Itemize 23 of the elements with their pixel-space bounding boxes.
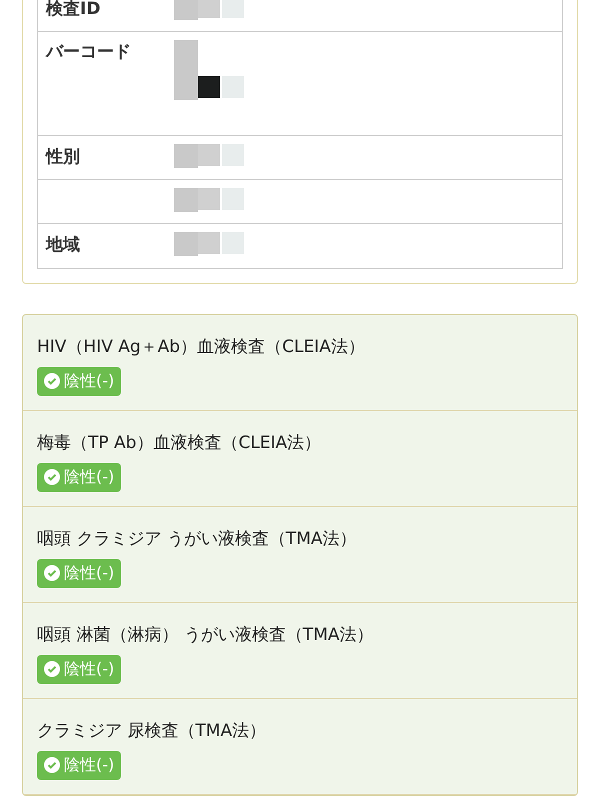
pixelated-value-drawing: [174, 0, 244, 20]
field-label: 性別: [46, 146, 80, 169]
test-name: 咽頭 クラミジア うがい液検査（TMA法）: [37, 528, 358, 551]
pixelated-value-drawing: [174, 188, 244, 212]
pixelated-value-drawing: [174, 144, 244, 168]
test-name: 梅毒（TP Ab）血液検査（CLEIA法）: [37, 432, 322, 455]
field-label: バーコード: [46, 41, 131, 64]
test-name: 咽頭 淋菌（淋病） うがい液検査（TMA法）: [37, 624, 374, 647]
test-name: HIV（HIV Ag＋Ab）血液検査（CLEIA法）: [37, 336, 366, 359]
check-circle-icon: [44, 469, 60, 485]
check-circle-icon: [44, 565, 60, 581]
result-badge: 陰性(-): [37, 366, 122, 396]
result-badge: 陰性(-): [37, 558, 122, 588]
result-badge: 陰性(-): [37, 750, 122, 780]
check-circle-icon: [44, 661, 60, 677]
check-circle-icon: [44, 757, 60, 773]
test-name: クラミジア 尿検査（TMA法）: [37, 720, 268, 743]
pixelated-value-drawing: [174, 232, 244, 256]
result-badge: 陰性(-): [37, 462, 122, 492]
result-badge: 陰性(-): [37, 654, 122, 684]
field-label: 地域: [46, 234, 80, 258]
pixelated-value-drawing: [174, 40, 244, 100]
check-circle-icon: [44, 373, 60, 389]
